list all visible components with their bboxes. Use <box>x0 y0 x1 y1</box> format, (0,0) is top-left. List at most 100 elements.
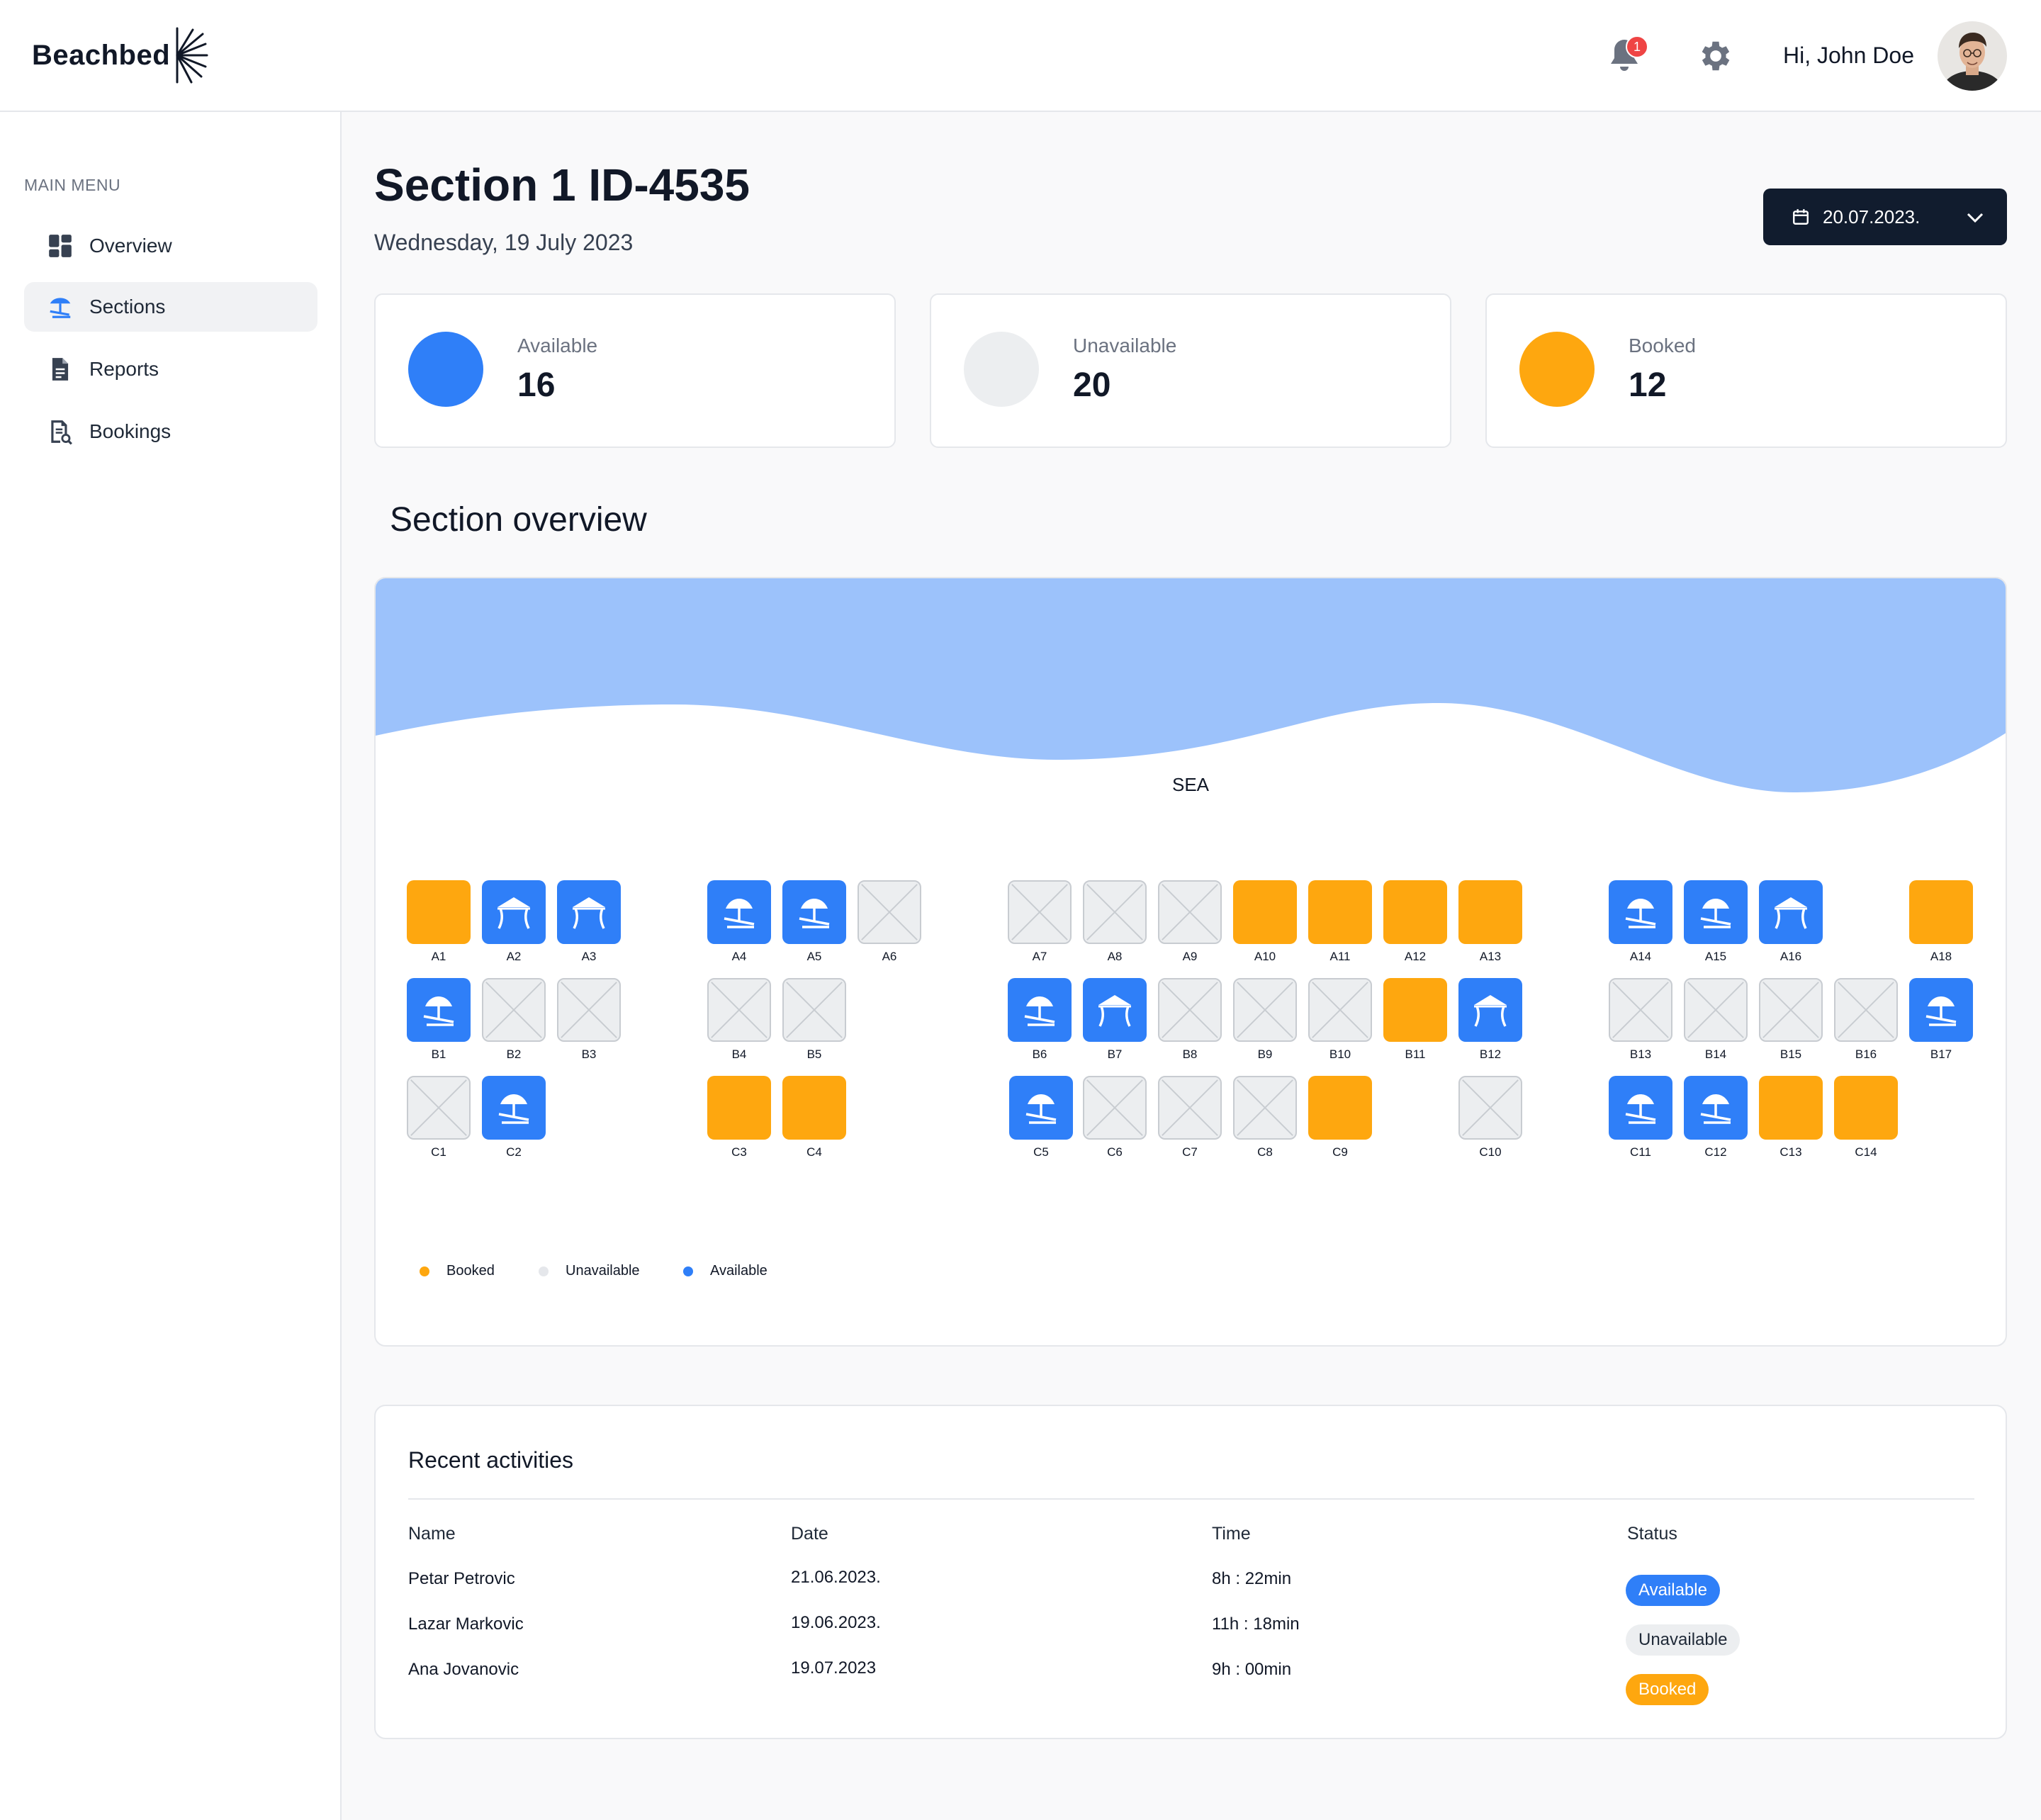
sidebar-item-label: Reports <box>89 358 159 380</box>
date-picker[interactable]: 20.07.2023. <box>1763 189 2007 245</box>
status-badge: Unavailable <box>1626 1624 1741 1656</box>
spot-b3[interactable] <box>557 978 621 1042</box>
spot-b5[interactable] <box>782 978 846 1042</box>
spot-label: A2 <box>506 950 522 963</box>
spot-a11[interactable] <box>1308 880 1372 944</box>
spot-a1[interactable] <box>407 880 471 944</box>
spot-c2[interactable] <box>482 1076 546 1140</box>
spot-c1[interactable] <box>407 1076 471 1140</box>
spot-a3[interactable] <box>557 880 621 944</box>
column-header-status: Status <box>1627 1524 1677 1544</box>
spot-label: B4 <box>731 1047 747 1061</box>
spot-label: B9 <box>1257 1047 1273 1061</box>
unavailable-cross-icon <box>1462 1079 1519 1136</box>
spot-b7[interactable] <box>1083 978 1147 1042</box>
umbrella-icon <box>1625 1094 1656 1124</box>
spot-label: C7 <box>1182 1145 1198 1159</box>
row-name: Ana Jovanovic <box>408 1660 519 1679</box>
spot-label: C2 <box>506 1145 522 1159</box>
unavailable-cross-icon <box>1162 982 1218 1038</box>
spot-b16[interactable] <box>1834 978 1898 1042</box>
spot-a2[interactable] <box>482 880 546 944</box>
legend-item-booked: Booked <box>420 1263 495 1279</box>
spot-a12[interactable] <box>1383 880 1447 944</box>
spot-c13[interactable] <box>1759 1076 1823 1140</box>
unavailable-cross-icon <box>1162 1079 1218 1136</box>
spot-a4[interactable] <box>707 880 771 944</box>
sidebar-item-bookings[interactable]: Bookings <box>24 407 317 456</box>
spot-c10[interactable] <box>1458 1076 1522 1140</box>
spot-b10[interactable] <box>1308 978 1372 1042</box>
spot-b4[interactable] <box>707 978 771 1042</box>
spot-b2[interactable] <box>482 978 546 1042</box>
row-date: 19.06.2023. <box>791 1613 881 1632</box>
unavailable-cross-icon <box>711 982 768 1038</box>
page-date: Wednesday, 19 July 2023 <box>374 230 634 255</box>
tent-icon <box>1775 897 1807 929</box>
spot-label: B13 <box>1629 1047 1652 1061</box>
spot-c9[interactable] <box>1308 1076 1372 1140</box>
umbrella-icon <box>423 996 454 1026</box>
tent-icon <box>1474 995 1507 1027</box>
sidebar: MAIN MENU Overview Sections Reports Book… <box>0 112 342 1820</box>
spot-a14[interactable] <box>1609 880 1672 944</box>
spot-c6[interactable] <box>1083 1076 1147 1140</box>
spot-b6[interactable] <box>1008 978 1072 1042</box>
spot-a5[interactable] <box>782 880 846 944</box>
spot-a8[interactable] <box>1083 880 1147 944</box>
gear-icon[interactable] <box>1697 37 1735 75</box>
spot-b8[interactable] <box>1158 978 1222 1042</box>
unavailable-cross-icon <box>1612 982 1669 1038</box>
column-header-date: Date <box>791 1524 828 1544</box>
spot-a9[interactable] <box>1158 880 1222 944</box>
sidebar-item-overview[interactable]: Overview <box>24 221 317 271</box>
unavailable-cross-icon <box>485 982 542 1038</box>
stat-label: Unavailable <box>1073 335 1177 356</box>
spot-label: A9 <box>1182 950 1198 963</box>
spot-c14[interactable] <box>1834 1076 1898 1140</box>
spot-label: A13 <box>1479 950 1502 963</box>
spot-a16[interactable] <box>1759 880 1823 944</box>
notification-badge: 1 <box>1626 35 1648 58</box>
spot-a7[interactable] <box>1008 880 1072 944</box>
spot-label: B16 <box>1855 1047 1877 1061</box>
spot-b1[interactable] <box>407 978 471 1042</box>
spot-b13[interactable] <box>1609 978 1672 1042</box>
spot-b17[interactable] <box>1909 978 1973 1042</box>
spot-c8[interactable] <box>1233 1076 1297 1140</box>
sidebar-item-reports[interactable]: Reports <box>24 344 317 394</box>
spot-c7[interactable] <box>1158 1076 1222 1140</box>
spot-a13[interactable] <box>1458 880 1522 944</box>
spot-a15[interactable] <box>1684 880 1748 944</box>
spot-c3[interactable] <box>707 1076 771 1140</box>
document-icon <box>52 358 69 381</box>
logo[interactable]: Beachbed <box>32 26 208 85</box>
spot-label: A4 <box>731 950 747 963</box>
spot-c4[interactable] <box>782 1076 846 1140</box>
stat-card-unavailable: Unavailable 20 <box>930 293 1451 448</box>
spot-b11[interactable] <box>1383 978 1447 1042</box>
unavailable-cross-icon <box>410 1079 467 1136</box>
spot-c11[interactable] <box>1609 1076 1672 1140</box>
spot-a6[interactable] <box>858 880 921 944</box>
spot-b9[interactable] <box>1233 978 1297 1042</box>
spot-b14[interactable] <box>1684 978 1748 1042</box>
stat-value: 16 <box>517 366 556 404</box>
activities-title: Recent activities <box>408 1447 573 1473</box>
spot-c12[interactable] <box>1684 1076 1748 1140</box>
spot-label: B12 <box>1479 1047 1502 1061</box>
spot-c5[interactable] <box>1009 1076 1073 1140</box>
status-badge: Available <box>1626 1575 1720 1606</box>
top-bar: Beachbed 1 Hi, John Doe <box>0 0 2041 112</box>
spot-b15[interactable] <box>1759 978 1823 1042</box>
spot-label: C3 <box>731 1145 747 1159</box>
sidebar-item-sections[interactable]: Sections <box>24 282 317 332</box>
unavailable-cross-icon <box>1237 982 1293 1038</box>
sidebar-item-label: Overview <box>89 235 172 257</box>
avatar[interactable] <box>1938 21 2007 91</box>
unavailable-cross-icon <box>786 982 843 1038</box>
spot-a18[interactable] <box>1909 880 1973 944</box>
spot-a10[interactable] <box>1233 880 1297 944</box>
spot-b12[interactable] <box>1458 978 1522 1042</box>
legend-label: Available <box>710 1263 768 1279</box>
